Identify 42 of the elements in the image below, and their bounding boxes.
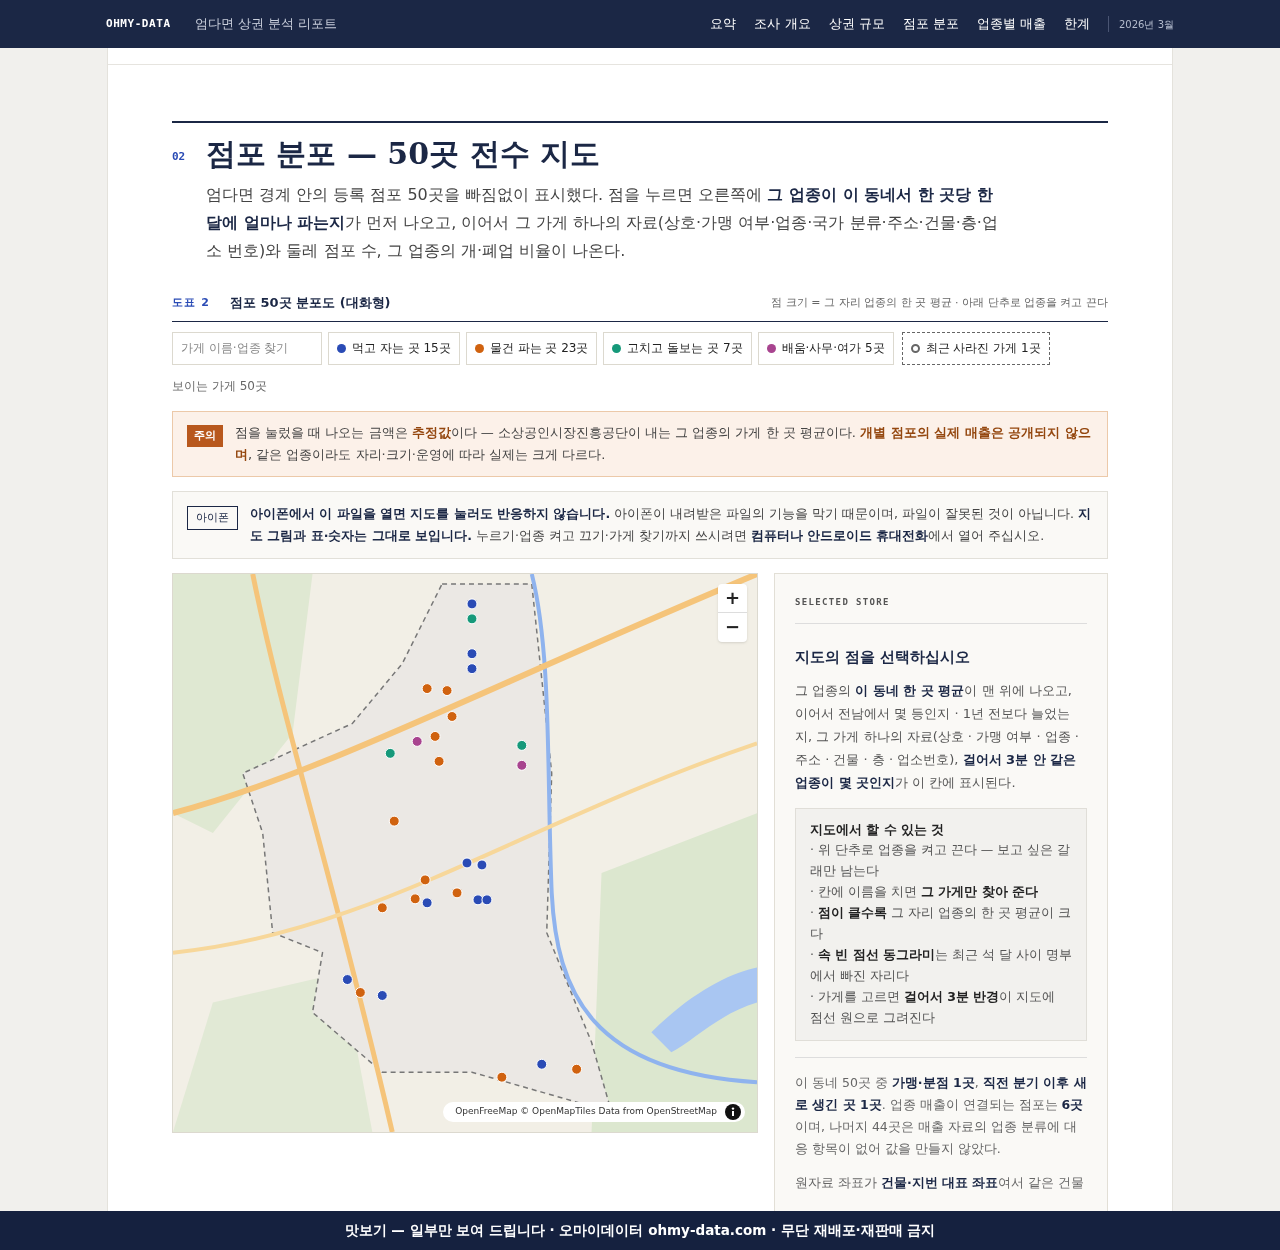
tip-item: · 위 단추로 업종을 켜고 끈다 — 보고 싶은 갈래만 남는다 <box>810 841 1072 881</box>
report-title: 엄다면 상권 분석 리포트 <box>194 15 337 34</box>
tip-item: · 가게를 고르면 걸어서 3분 반경이 지도에 점선 원으로 그려진다 <box>810 988 1057 1028</box>
filter-chip[interactable]: 최근 사라진 가게 1곳 <box>901 331 1050 365</box>
nav-link[interactable]: 조사 개요 <box>754 14 811 34</box>
filter-chip[interactable]: 물건 파는 곳 23곳 <box>465 331 598 365</box>
section-title: 점포 분포 — 50곳 전수 지도 <box>206 139 600 169</box>
figure-note: 점 크기 = 그 자리 업종의 한 곳 평균 · 아래 단추로 업종을 켜고 끈다 <box>771 294 1108 311</box>
figure-title: 점포 50곳 분포도 (대화형) <box>230 294 391 312</box>
store-map[interactable]: + − OpenFreeMap © OpenMapTiles Data from OpenStreetMap <box>172 572 758 1133</box>
nav-link[interactable]: 한계 <box>1064 14 1090 34</box>
caution-text: 점을 눌렀을 때 나오는 금액은 추정값이다 — 소상공인시장진흥공단이 내는 그 업종의 가게 한 곳 평균이다. 개별 점포의 실제 매출은 공개되지 않으며, 같은 업종이라도 자리·크기·운영에 따라 실제는 크게 다르다. <box>235 423 1092 464</box>
visible-count: 보이는 가게 50곳 <box>172 377 268 395</box>
filter-chip[interactable]: 배움·사무·여가 5곳 <box>757 331 894 365</box>
iphone-notice-text: 아이폰에서 이 파일을 열면 지도를 눌러도 반응하지 않습니다. 아이폰이 내려받은 파일의 기능을 막기 때문이며, 파일이 잘못된 것이 아닙니다. 지도 그림과 표·숫자는 그대로 보입니다. 누르기·업종 켜고 끄기·가게 찾기까지 쓰시려면 컴퓨터나 안드로이드 휴대전화에서 열어 주십시오. <box>250 504 1092 545</box>
report-date: 2026년 3월 <box>1119 17 1174 32</box>
tip-item: · 점이 클수록 그 자리 업종의 한 곳 평균이 크다 <box>810 904 1072 944</box>
filter-chip[interactable]: 먹고 자는 곳 15곳 <box>328 331 460 365</box>
panel-heading: 지도의 점을 선택하십시오 <box>795 647 972 668</box>
panel-description: 그 업종의 이 동네 한 곳 평균이 맨 위에 나오고, 이어서 전남에서 몇 등인지 · 1년 전보다 늘었는지, 그 가게 하나의 자료(상호 · 가맹 여부 · 업종 · 주소 · 건물 · 층 · 업소번호), 걸어서 3분 안 같은 업종이 몇 곳인지가 이 칸에 표시된다. <box>795 681 1080 792</box>
banner-text: 맛보기 — 일부만 보여 드립니다 · 오마이데이터 ohmy-data.com · 무단 재배포·재판매 금지 <box>344 1221 936 1241</box>
brand-logo[interactable]: OHMY-DATA <box>106 15 171 33</box>
nav-link[interactable]: 업종별 매출 <box>976 14 1046 34</box>
filter-chip[interactable]: 고치고 돌보는 곳 7곳 <box>603 331 752 365</box>
info-icon[interactable] <box>725 1103 741 1120</box>
panel-note: 원자료 좌표가 건물·지번 대표 좌표여서 같은 건물 <box>795 1174 1086 1193</box>
iphone-badge: 아이폰 <box>187 505 238 530</box>
panel-eyebrow: SELECTED STORE <box>795 595 1087 624</box>
nav-link[interactable]: 요약 <box>710 14 737 34</box>
intro-paragraph: 엄다면 경계 안의 등록 점포 50곳을 빠짐없이 표시했다. 점을 누르면 오른쪽에 그 업종이 이 동네서 한 곳당 한 달에 얼마나 파는지가 먼저 나오고, 이어서 그 가게 하나의 자료(상호·가맹 여부·업종·국가 분류·주소·건물·층·업소 번호)와 둘레 점포 수, 그 업종의 개·폐업 비율이 나온다. <box>206 184 999 262</box>
zoom-out-button[interactable]: − <box>718 612 747 642</box>
search-field[interactable]: 가게 이름·업종 찾기 <box>172 331 322 365</box>
tip-item: · 칸에 이름을 치면 그 가게만 찾아 준다 <box>810 883 1039 902</box>
figure-label: 도표 2 <box>172 294 211 311</box>
tip-item: · 속 빈 점선 동그라미는 최근 석 달 사이 명부에서 빠진 자리다 <box>810 946 1072 986</box>
nav-link[interactable]: 점포 분포 <box>902 14 959 34</box>
zoom-in-button[interactable]: + <box>718 583 747 613</box>
section-number: 02 <box>172 148 187 165</box>
panel-summary: 이 동네 50곳 중 가맹·분점 1곳, 직전 분기 이후 새로 생긴 곳 1곳. 업종 매출이 연결되는 점포는 6곳이며, 나머지 44곳은 매출 자료의 업종 분류에 대응 항목이 없어 값을 만들지 않았다. <box>795 1074 1087 1159</box>
nav-link[interactable]: 상권 규모 <box>828 14 885 34</box>
tips-title: 지도에서 할 수 있는 것 <box>810 820 946 839</box>
caution-badge: 주의 <box>187 424 223 447</box>
